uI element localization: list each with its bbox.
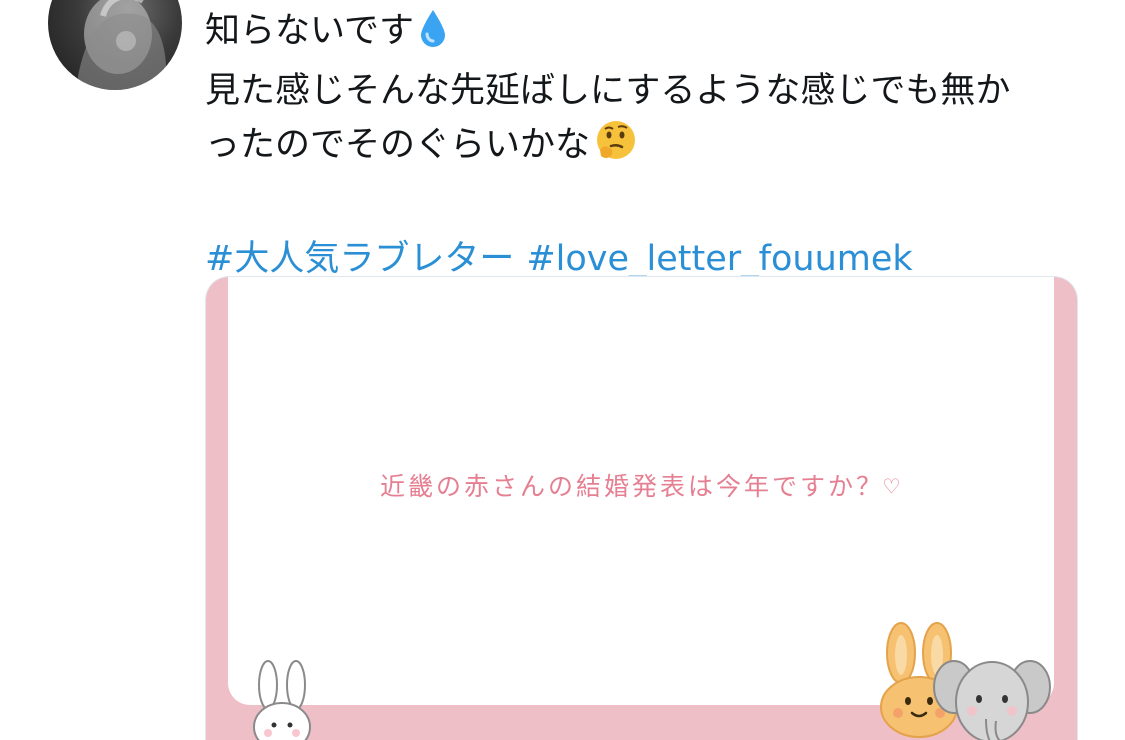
thinking-face-emoji-icon xyxy=(594,118,638,178)
tweet-line: 見た感じそんな先延ばしにするような感じでも無か xyxy=(205,64,1085,118)
hashtag-link[interactable]: #love_letter_fouumek xyxy=(526,239,912,279)
tweet-line: ったのでそのぐらいかな xyxy=(205,118,1085,178)
link-card[interactable]: 近畿の赤さんの結婚発表は今年ですか？♡ xyxy=(205,276,1078,740)
avatar-photo xyxy=(78,0,167,90)
tweet-line: 知らないです xyxy=(205,4,1085,64)
tweet: 知らないです 見た感じそんな先延ばしにするような感じでも無か ったのでそのぐらい… xyxy=(0,0,1125,740)
droplet-emoji-icon xyxy=(418,8,448,64)
tweet-body: 知らないです 見た感じそんな先延ばしにするような感じでも無か ったのでそのぐらい… xyxy=(205,4,1085,286)
elephant-icon xyxy=(933,660,1051,740)
tweet-text-line-3: ったのでそのぐらいかな xyxy=(205,125,591,165)
card-message: 近畿の赤さんの結婚発表は今年ですか？♡ xyxy=(379,472,903,501)
white-rabbit-icon xyxy=(253,660,311,740)
tweet-text-line-2: 見た感じそんな先延ばしにするような感じでも無か xyxy=(205,71,1011,111)
tweet-text: 知らないです 見た感じそんな先延ばしにするような感じでも無か ったのでそのぐらい… xyxy=(205,4,1085,178)
avatar[interactable] xyxy=(48,0,182,90)
tweet-text-line-1: 知らないです xyxy=(205,11,414,51)
hashtag-link[interactable]: #大人気ラブレター xyxy=(205,239,514,279)
